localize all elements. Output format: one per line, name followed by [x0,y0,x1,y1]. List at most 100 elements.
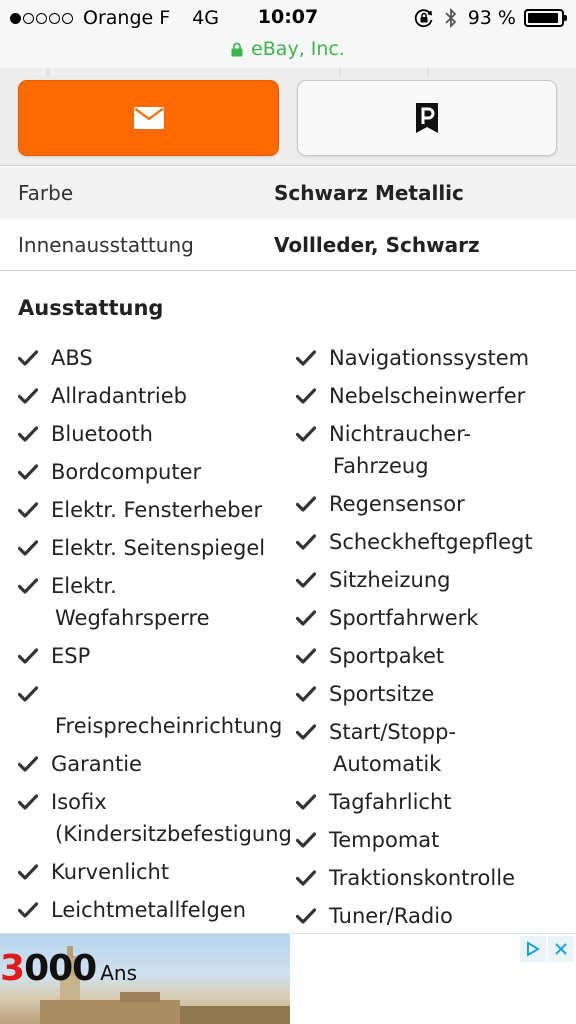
checkmark-icon [296,488,318,520]
checkmark-icon [18,640,40,672]
equipment-item-label: Sportpaket [329,644,445,668]
detail-label: Innenausstattung [18,233,194,257]
equipment-item: Navigationssystem [296,342,566,374]
equipment-item-label: Bluetooth [51,422,153,446]
equipment-title: Ausstattung [18,296,164,320]
checkmark-icon [296,678,318,710]
equipment-item-label: Leichtmetallfelgen [51,898,247,922]
checkmark-icon [296,526,318,558]
equipment-list-right: Navigationssystem Nebelscheinwerfer Nichtr… [296,342,566,938]
equipment-item-line: Automatik [333,752,442,776]
rotation-lock-icon [414,9,433,28]
url-bar[interactable]: eBay, Inc. [0,36,576,68]
equipment-item-line: (Kindersitzbefestigung) [55,822,290,846]
equipment-item-label: Tempomat [329,828,440,852]
equipment-item: Allradantrieb [18,380,290,412]
equipment-item: Sportfahrwerk [296,602,566,634]
equipment-item-label: Nichtraucher- Fahrzeug [329,418,566,482]
equipment-item-label: Scheckheftgepflegt [329,530,533,554]
battery-percent: 93 % [467,7,516,29]
checkmark-icon [296,564,318,596]
equipment-item-line: Nichtraucher- [329,422,472,446]
equipment-item-label: Allradantrieb [51,384,187,408]
equipment-item-line: Isofix [51,790,107,814]
url-display[interactable]: eBay, Inc. [231,38,345,60]
equipment-item-label: Navigationssystem [329,346,530,370]
equipment-item-label: Sitzheizung [329,568,451,592]
ad-headline: 3000 Ans [0,948,137,989]
equipment-item: ESP [18,640,290,672]
equipment-list-left: ABS Allradantrieb Bluetooth Bordcomputer Ele… [18,342,290,932]
equipment-item-label: Freisprecheinrichtung [51,678,290,742]
contact-seller-button[interactable] [18,80,279,156]
equipment-item-label: Tuner/Radio [329,904,453,928]
equipment-item: Leichtmetallfelgen [18,894,290,926]
equipment-item: Kurvenlicht [18,856,290,888]
equipment-item-line: Start/Stopp- [329,720,457,744]
checkmark-icon [18,894,40,926]
equipment-item-label: Regensensor [329,492,465,516]
equipment-item: Sitzheizung [296,564,566,596]
equipment-item: Elektr. Seitenspiegel [18,532,290,564]
padlock-icon [231,42,243,56]
checkmark-icon [18,532,40,564]
checkmark-icon [296,342,318,374]
status-bar: Orange F 4G 10:07 93 % [0,0,576,36]
checkmark-icon [296,418,318,450]
equipment-item: Nichtraucher- Fahrzeug [296,418,566,482]
equipment-item: ABS [18,342,290,374]
equipment-item: Elektr. Wegfahrsperre [18,570,290,634]
equipment-item-label: Nebelscheinwerfer [329,384,526,408]
equipment-item-label: Bordcomputer [51,460,202,484]
equipment-item-label: Start/Stopp- Automatik [329,716,566,780]
ad-image[interactable]: 3000 Ans [0,934,290,1024]
checkmark-icon [18,678,40,710]
equipment-item-line: Fahrzeug [333,454,429,478]
equipment-item-line: Freisprecheinrichtung [55,714,283,738]
checkmark-icon [296,786,318,818]
equipment-item: Sportsitze [296,678,566,710]
equipment-item-line: Wegfahrsperre [55,606,210,630]
equipment-item: Garantie [18,748,290,780]
equipment-item: Nebelscheinwerfer [296,380,566,412]
checkmark-icon [18,418,40,450]
detail-value: Schwarz Metallic [274,181,464,205]
equipment-item-line: Elektr. [51,574,117,598]
equipment-item: Start/Stopp- Automatik [296,716,566,780]
detail-label: Farbe [18,181,74,205]
close-icon[interactable] [548,936,574,962]
equipment-item-label: Elektr. Seitenspiegel [51,536,266,560]
checkmark-icon [296,824,318,856]
park-vehicle-button[interactable] [297,80,557,156]
ad-controls [518,936,574,962]
parking-icon [416,103,438,133]
equipment-item: Tagfahrlicht [296,786,566,818]
equipment-item-label: ABS [51,346,93,370]
equipment-item: Freisprecheinrichtung [18,678,290,742]
equipment-item: Bordcomputer [18,456,290,488]
checkmark-icon [18,380,40,412]
equipment-item-label: Isofix (Kindersitzbefestigung) [51,786,290,850]
checkmark-icon [296,640,318,672]
checkmark-icon [18,494,40,526]
equipment-item: Elektr. Fensterheber [18,494,290,526]
ad-banner[interactable]: 3000 Ans [0,933,576,1024]
scrolled-divider [47,68,429,76]
equipment-item: Regensensor [296,488,566,520]
checkmark-icon [296,602,318,634]
equipment-item: Tuner/Radio [296,900,566,932]
site-name: eBay, Inc. [251,38,345,60]
checkmark-icon [296,900,318,932]
equipment-item: Bluetooth [18,418,290,450]
equipment-item-label: Elektr. Wegfahrsperre [51,570,290,634]
adchoices-icon[interactable] [520,936,546,962]
equipment-item: Sportpaket [296,640,566,672]
status-right: 93 % [414,7,567,29]
checkmark-icon [18,456,40,488]
checkmark-icon [18,786,40,818]
equipment-item-label: Garantie [51,752,142,776]
equipment-item-label: Sportfahrwerk [329,606,479,630]
equipment-item-label: Elektr. Fensterheber [51,498,263,522]
equipment-item: Traktionskontrolle [296,862,566,894]
action-bar [0,68,576,166]
